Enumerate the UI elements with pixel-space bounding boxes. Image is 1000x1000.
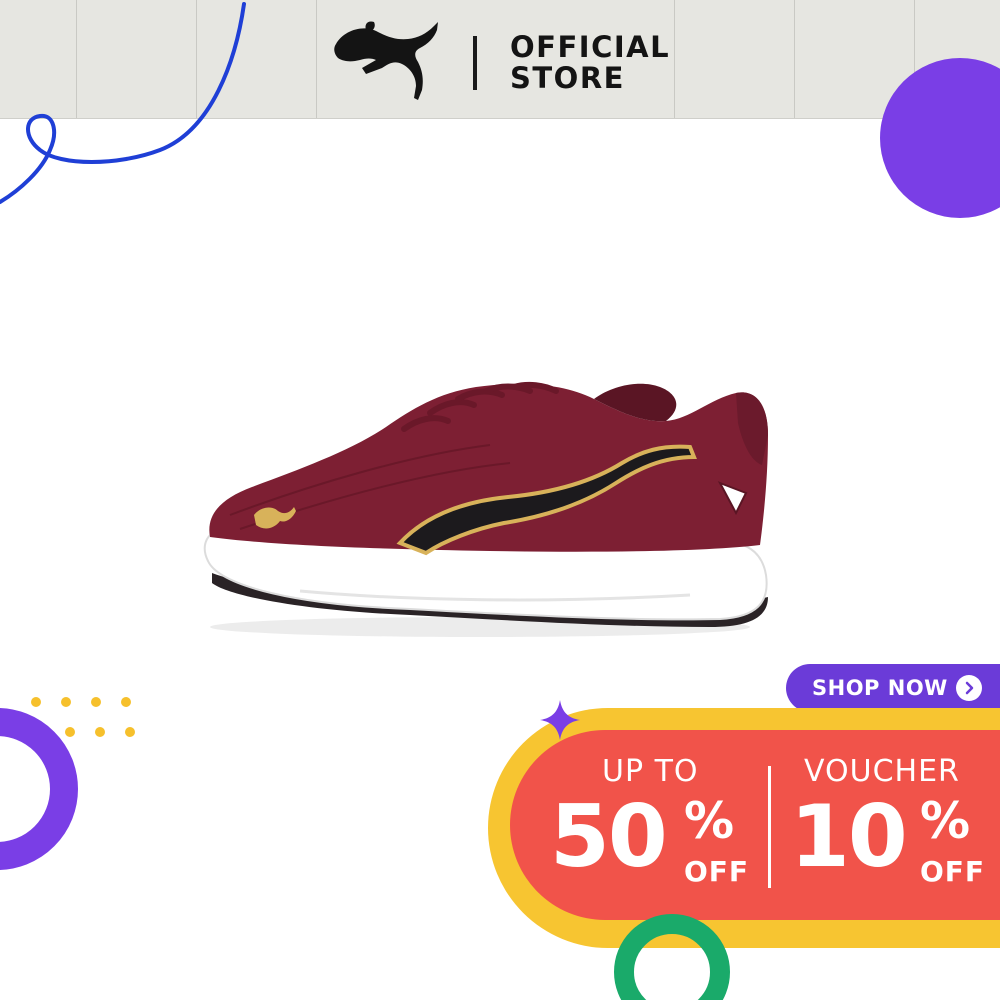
discount-label: UP TO [602, 754, 699, 789]
discount-percent: % [684, 792, 735, 850]
puma-logo-icon [334, 21, 438, 100]
store-label-line2: STORE [510, 61, 625, 95]
green-ring-decoration [614, 914, 730, 1000]
store-label-line1: OFFICIAL [510, 30, 671, 64]
header-grid-line [794, 0, 795, 118]
voucher-percent: % [920, 792, 971, 850]
blue-swirl-decoration [0, 2, 246, 204]
voucher-value: 10 [790, 787, 908, 887]
shop-now-label: SHOP NOW [812, 676, 948, 700]
chevron-right-icon [955, 675, 982, 701]
store-label: OFFICIAL STORE [510, 32, 670, 94]
discount-value: 50 [550, 787, 668, 887]
promo-banner[interactable]: UP TO 50 % OFF VOUCHER 10 % OFF [488, 700, 1000, 950]
brand-separator [473, 36, 477, 90]
voucher-off: OFF [920, 855, 986, 888]
brand-lockup: OFFICIAL STORE [330, 14, 690, 106]
sparkle-icon [540, 700, 580, 740]
discount-off: OFF [684, 855, 750, 888]
header-grid-line [316, 0, 317, 118]
voucher-label: VOUCHER [804, 754, 960, 789]
product-shoe-image [203, 381, 769, 637]
purple-ring-decoration [0, 708, 78, 870]
promo-divider [768, 766, 771, 888]
promo-canvas: OFFICIAL STORE SHOP NOW UP TO 50 % OFF V… [0, 0, 1000, 1000]
